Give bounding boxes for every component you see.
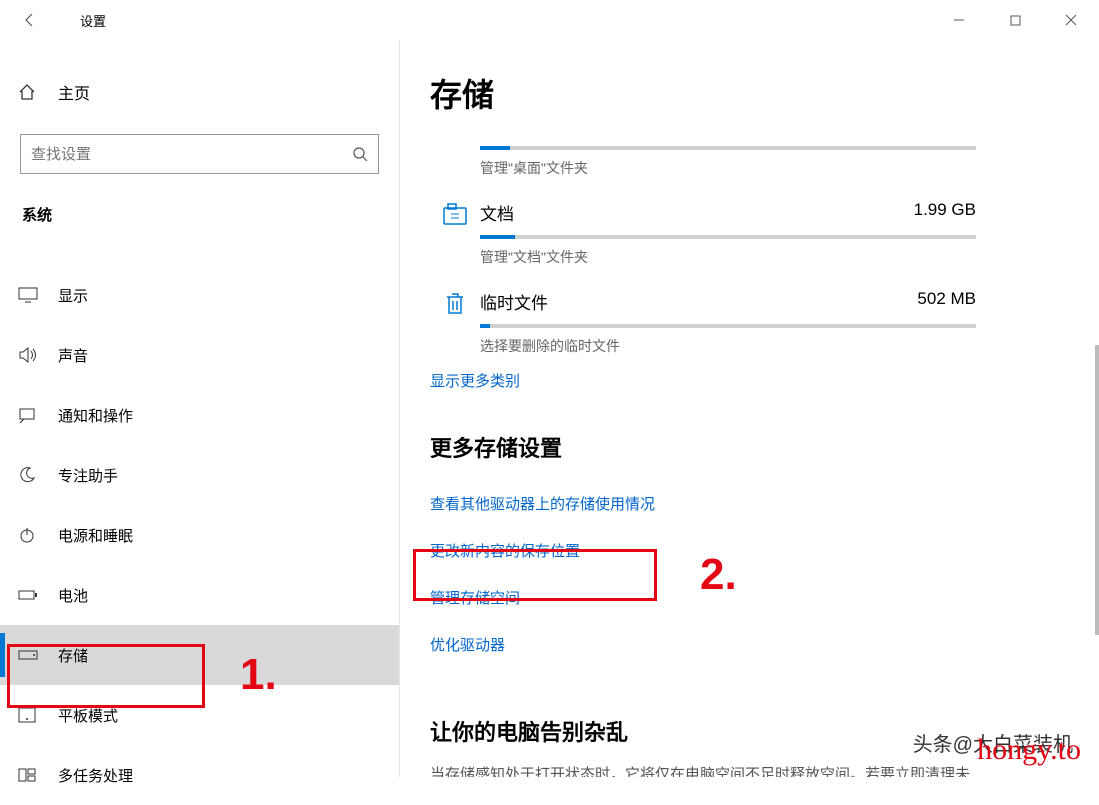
sidebar-item-multitask[interactable]: 多任务处理 <box>0 745 399 805</box>
link-other-drives[interactable]: 查看其他驱动器上的存储使用情况 <box>430 493 655 514</box>
arrow-left-icon <box>22 12 38 28</box>
trash-icon <box>430 289 480 317</box>
watermark-logo: hongy.to <box>977 733 1081 767</box>
sidebar-item-sound[interactable]: 声音 <box>0 325 399 385</box>
sidebar-item-focus[interactable]: 专注助手 <box>0 445 399 505</box>
multitask-icon <box>18 768 58 782</box>
page-title: 存储 <box>430 70 1099 116</box>
declutter-text: 当存储感知处于打开状态时，它将仅在电脑空间不足时释放空间。若要立即清理未 <box>430 763 1070 777</box>
storage-item-documents[interactable]: 文档 1.99 GB 管理"文档"文件夹 <box>430 192 976 281</box>
more-settings-heading: 更多存储设置 <box>430 431 1099 463</box>
close-icon <box>1065 14 1077 26</box>
sidebar-item-label: 电池 <box>58 585 88 606</box>
sidebar-item-battery[interactable]: 电池 <box>0 565 399 625</box>
storage-item-temp[interactable]: 临时文件 502 MB 选择要删除的临时文件 <box>430 281 976 370</box>
main-content: 存储 管理"桌面"文件夹 文档 1.99 GB 管理"文档"文件夹 <box>400 40 1099 777</box>
sidebar-item-label: 多任务处理 <box>58 765 133 786</box>
minimize-icon <box>953 14 965 26</box>
close-button[interactable] <box>1043 0 1099 40</box>
sidebar-item-label: 声音 <box>58 345 88 366</box>
sidebar-item-display[interactable]: 显示 <box>0 265 399 325</box>
sidebar-item-notifications[interactable]: 通知和操作 <box>0 385 399 445</box>
maximize-button[interactable] <box>987 0 1043 40</box>
sidebar-item-label: 电源和睡眠 <box>58 525 133 546</box>
annotation-label-1: 1. <box>240 650 277 700</box>
search-input[interactable] <box>31 146 352 163</box>
section-label: 系统 <box>0 204 399 225</box>
moon-icon <box>18 466 58 484</box>
storage-sub: 管理"文档"文件夹 <box>480 247 976 267</box>
sound-icon <box>18 346 58 364</box>
battery-icon <box>18 589 58 601</box>
sidebar-item-label: 显示 <box>58 285 88 306</box>
power-icon <box>18 526 58 544</box>
annotation-box-2 <box>413 549 657 601</box>
sidebar-item-label: 专注助手 <box>58 465 118 486</box>
maximize-icon <box>1010 15 1021 26</box>
show-more-link[interactable]: 显示更多类别 <box>430 370 520 391</box>
window-title: 设置 <box>80 11 106 30</box>
storage-title: 文档 <box>480 200 514 225</box>
search-icon <box>352 146 368 162</box>
home-label: 主页 <box>58 80 90 104</box>
sidebar-item-label: 通知和操作 <box>58 405 133 426</box>
minimize-button[interactable] <box>931 0 987 40</box>
tablet-icon <box>18 707 58 723</box>
storage-item-desktop-partial[interactable]: 管理"桌面"文件夹 <box>430 136 976 192</box>
documents-icon <box>430 200 480 228</box>
storage-title: 临时文件 <box>480 289 548 314</box>
storage-size: 502 MB <box>917 289 976 314</box>
storage-size: 1.99 GB <box>914 200 976 225</box>
storage-sub: 管理"桌面"文件夹 <box>480 158 976 178</box>
display-icon <box>18 287 58 303</box>
scrollbar-thumb[interactable] <box>1095 345 1099 635</box>
annotation-box-1 <box>7 644 205 708</box>
storage-sub: 选择要删除的临时文件 <box>480 336 976 356</box>
annotation-label-2: 2. <box>700 550 737 600</box>
notification-icon <box>18 406 58 424</box>
link-optimize-drives[interactable]: 优化驱动器 <box>430 634 505 655</box>
sidebar-item-power[interactable]: 电源和睡眠 <box>0 505 399 565</box>
home-icon <box>18 83 58 101</box>
search-box[interactable] <box>20 134 379 174</box>
home-button[interactable]: 主页 <box>0 70 399 114</box>
window-controls <box>931 0 1099 40</box>
back-button[interactable] <box>0 0 60 40</box>
